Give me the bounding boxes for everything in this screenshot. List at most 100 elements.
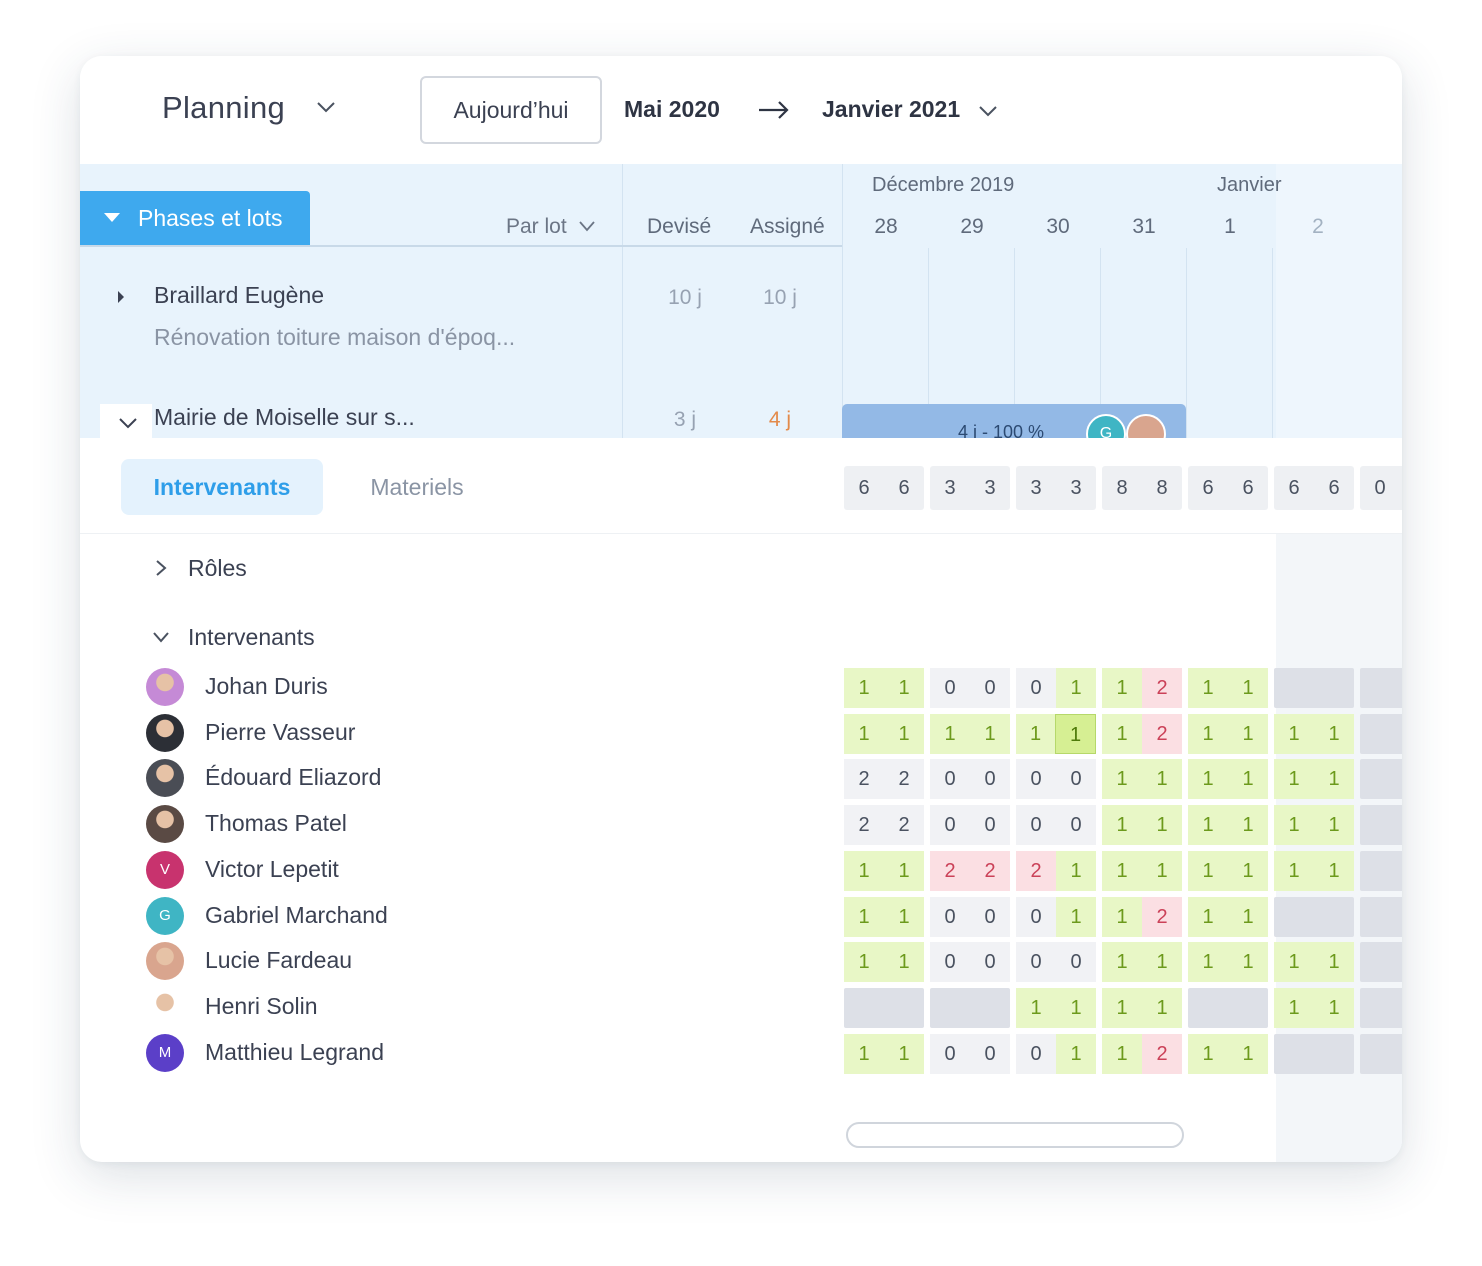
availability-value: 1: [884, 850, 924, 891]
availability-cell[interactable]: 11: [1274, 759, 1354, 800]
availability-cell[interactable]: 11: [1274, 805, 1354, 846]
chevron-down-icon[interactable]: [978, 104, 998, 118]
range-start[interactable]: Mai 2020: [624, 96, 720, 123]
unavailable-cell[interactable]: [1360, 987, 1402, 1028]
availability-value: 1: [884, 668, 924, 708]
availability-cell[interactable]: 00: [930, 668, 1010, 708]
summary-value: 0: [1374, 477, 1386, 499]
availability-cell[interactable]: 00: [1016, 759, 1096, 800]
chevron-down-icon[interactable]: [118, 416, 138, 430]
availability-cell[interactable]: 12: [1102, 713, 1182, 754]
intervenant-row[interactable]: Johan Duris: [146, 668, 646, 708]
availability-cell[interactable]: 11: [844, 896, 924, 937]
range-end[interactable]: Janvier 2021: [822, 96, 960, 123]
availability-cell[interactable]: 22: [844, 805, 924, 846]
availability-cell[interactable]: 11: [1188, 942, 1268, 983]
intervenant-row[interactable]: Henri Solin: [146, 987, 646, 1028]
intervenant-row[interactable]: Lucie Fardeau: [146, 942, 646, 982]
unavailable-cell[interactable]: [1188, 987, 1268, 1028]
intervenant-row[interactable]: M Matthieu Legrand: [146, 1033, 646, 1074]
today-button[interactable]: Aujourd’hui: [420, 76, 602, 144]
availability-cell[interactable]: 11: [1102, 942, 1182, 983]
availability-cell[interactable]: 11: [1188, 713, 1268, 754]
tab-intervenants[interactable]: Intervenants: [121, 459, 323, 515]
availability-cell[interactable]: 22: [930, 850, 1010, 891]
avatar: [146, 942, 184, 981]
tab-materiels[interactable]: Materiels: [344, 459, 490, 515]
unavailable-cell[interactable]: [1274, 896, 1354, 937]
availability-value: 1: [1188, 1033, 1228, 1074]
availability-cell[interactable]: 00: [1016, 942, 1096, 983]
availability-cell[interactable]: 11: [1274, 987, 1354, 1028]
availability-cell[interactable]: 11: [1016, 987, 1096, 1028]
unavailable-cell[interactable]: [1274, 1033, 1354, 1074]
group-intervenants[interactable]: Intervenants: [188, 624, 315, 651]
unavailable-cell[interactable]: [1274, 668, 1354, 708]
availability-cell[interactable]: 11: [1188, 668, 1268, 708]
availability-value: 1: [844, 713, 884, 754]
availability-cell[interactable]: 00: [930, 759, 1010, 800]
intervenant-row[interactable]: Pierre Vasseur: [146, 713, 646, 754]
availability-cell[interactable]: 00: [930, 896, 1010, 937]
availability-cell[interactable]: 12: [1102, 1033, 1182, 1074]
group-by-select[interactable]: Par lot: [506, 215, 567, 239]
availability-cell[interactable]: 11: [1188, 805, 1268, 846]
phases-tab[interactable]: Phases et lots: [80, 191, 310, 245]
triangle-down-icon: [104, 213, 120, 222]
availability-cell[interactable]: 11: [1102, 987, 1182, 1028]
triangle-right-icon[interactable]: [118, 291, 124, 303]
group-roles[interactable]: Rôles: [188, 555, 247, 582]
availability-cell[interactable]: 01: [1016, 668, 1096, 708]
availability-cell[interactable]: 11: [1102, 805, 1182, 846]
availability-cell[interactable]: 11: [1274, 850, 1354, 891]
availability-cell[interactable]: 11: [844, 1033, 924, 1074]
availability-cell[interactable]: 00: [930, 942, 1010, 983]
availability-cell[interactable]: 22: [844, 759, 924, 800]
availability-cell[interactable]: 11: [1188, 850, 1268, 891]
chevron-down-icon[interactable]: [578, 220, 596, 232]
availability-cell[interactable]: 12: [1102, 668, 1182, 708]
availability-cell[interactable]: 01: [1016, 1033, 1096, 1074]
availability-cell[interactable]: 11: [1188, 759, 1268, 800]
availability-cell[interactable]: 12: [1102, 896, 1182, 937]
intervenant-row[interactable]: V Victor Lepetit: [146, 850, 646, 891]
availability-cell[interactable]: 00: [1016, 805, 1096, 846]
summary-cell: 33: [1016, 466, 1096, 510]
availability-cell[interactable]: 11: [1274, 713, 1354, 754]
gantt-bar[interactable]: 4 j - 100 % G: [842, 404, 1186, 438]
unavailable-cell[interactable]: [1360, 668, 1402, 708]
unavailable-cell[interactable]: [930, 987, 1010, 1028]
intervenant-row[interactable]: Thomas Patel: [146, 805, 646, 845]
unavailable-cell[interactable]: [1360, 942, 1402, 983]
availability-cell[interactable]: 11: [844, 850, 924, 891]
availability-cell[interactable]: 01: [1016, 896, 1096, 937]
availability-cell[interactable]: 11: [1188, 1033, 1268, 1074]
availability-cell[interactable]: 00: [930, 805, 1010, 846]
unavailable-cell[interactable]: [1360, 713, 1402, 754]
availability-cell[interactable]: 11: [1188, 896, 1268, 937]
unavailable-cell[interactable]: [1360, 1033, 1402, 1074]
chevron-right-icon[interactable]: [152, 559, 170, 577]
row-client-name[interactable]: Braillard Eugène: [154, 282, 324, 309]
unavailable-cell[interactable]: [1360, 759, 1402, 800]
availability-cell[interactable]: 11: [1102, 850, 1182, 891]
availability-cell[interactable]: 11: [930, 713, 1010, 754]
intervenant-row[interactable]: Édouard Eliazord: [146, 759, 646, 799]
availability-cell[interactable]: 11: [1102, 759, 1182, 800]
availability-cell[interactable]: 11: [844, 942, 924, 983]
intervenant-row[interactable]: G Gabriel Marchand: [146, 896, 646, 937]
availability-cell[interactable]: 00: [930, 1033, 1010, 1074]
chevron-down-icon[interactable]: [316, 100, 336, 114]
unavailable-cell[interactable]: [1360, 805, 1402, 846]
horizontal-scrollbar[interactable]: [846, 1122, 1184, 1148]
availability-cell[interactable]: 21: [1016, 850, 1096, 891]
availability-cell[interactable]: 11: [1016, 713, 1096, 754]
availability-cell[interactable]: 11: [844, 713, 924, 754]
availability-cell[interactable]: 11: [844, 668, 924, 708]
availability-cell[interactable]: 11: [1274, 942, 1354, 983]
chevron-down-icon[interactable]: [152, 628, 170, 646]
unavailable-cell[interactable]: [844, 987, 924, 1028]
row-client-name[interactable]: Mairie de Moiselle sur s...: [154, 404, 415, 431]
unavailable-cell[interactable]: [1360, 896, 1402, 937]
unavailable-cell[interactable]: [1360, 850, 1402, 891]
